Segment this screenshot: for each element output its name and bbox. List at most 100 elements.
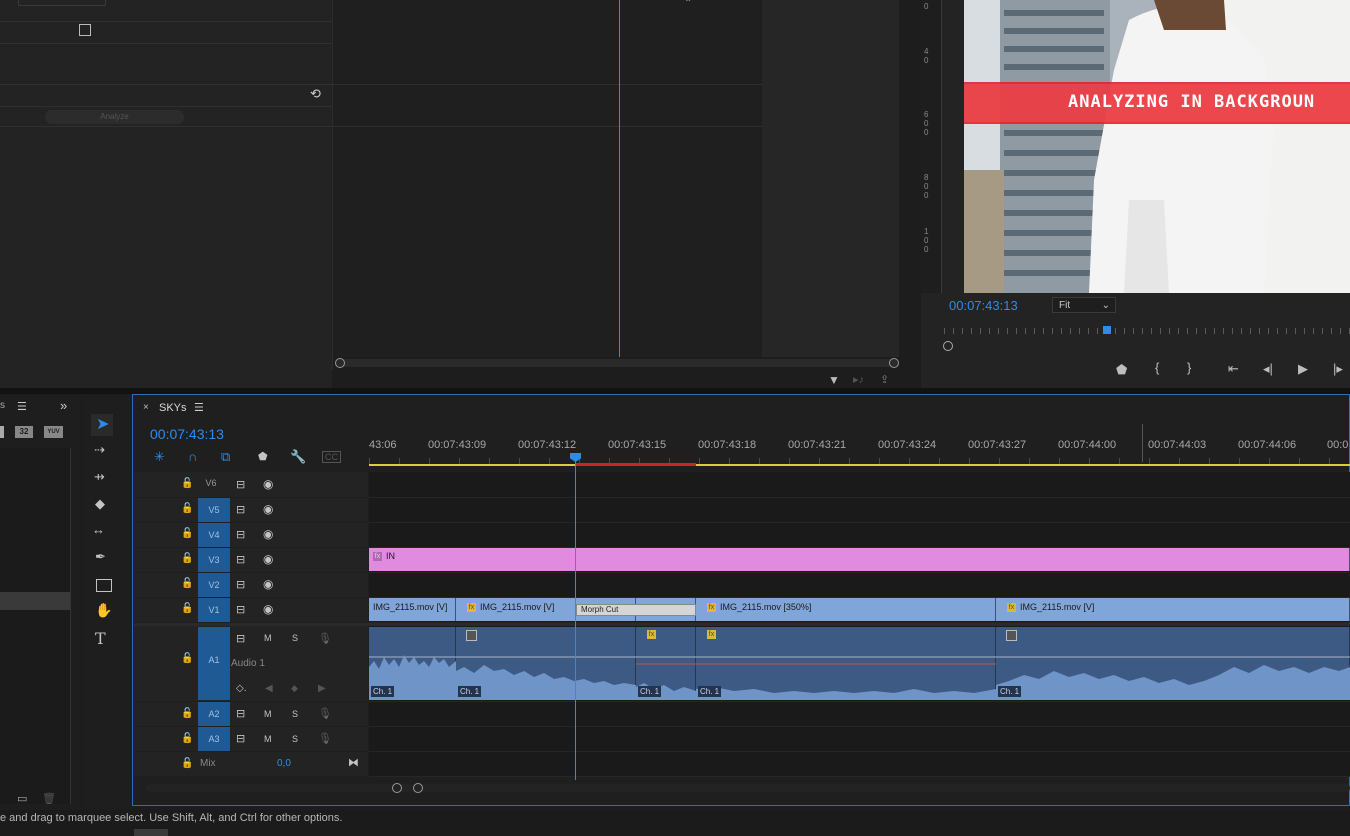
clip-v1-1[interactable]: IMG_2115.mov [V] <box>369 598 456 621</box>
lock-icon[interactable]: 🔓 <box>181 733 193 744</box>
sequence-tab[interactable]: SKYs <box>159 402 187 414</box>
mute-button[interactable]: M <box>264 633 272 643</box>
program-playhead[interactable] <box>1103 326 1111 334</box>
program-zoom-handle[interactable] <box>943 341 953 351</box>
nest-icon[interactable]: ✳ <box>154 449 165 465</box>
add-keyframe-icon[interactable]: ◆ <box>291 683 298 694</box>
slip-tool-icon[interactable]: ↔ <box>92 522 105 537</box>
type-tool-icon[interactable]: T <box>95 629 106 648</box>
lock-icon[interactable]: 🔓 <box>181 478 193 489</box>
clip-v3[interactable]: fx IN <box>369 548 1350 571</box>
play-audio-icon[interactable]: ▸♪ <box>853 373 864 386</box>
track-label-a3[interactable]: A3 <box>198 727 230 751</box>
yuv-icon[interactable]: YUV <box>44 426 63 438</box>
microphone-icon[interactable]: 🎙 <box>318 732 332 745</box>
add-marker-icon[interactable]: ⬟ <box>1116 362 1127 378</box>
microphone-icon[interactable]: 🎙 <box>318 707 332 720</box>
lock-icon[interactable]: 🔓 <box>181 553 193 564</box>
keyframe-icon[interactable]: ◇. <box>236 683 246 694</box>
selection-tool-icon[interactable]: ➤ <box>96 414 109 434</box>
solo-button[interactable]: S <box>292 633 298 643</box>
clip-v1-2[interactable]: fx IMG_2115.mov [V] <box>456 598 576 621</box>
track-select-tool-icon[interactable]: ⇢ <box>94 442 105 458</box>
next-keyframe-icon[interactable]: ▶ <box>318 683 326 694</box>
sync-lock-icon[interactable]: ⊟ <box>236 528 245 541</box>
lock-icon[interactable]: 🔓 <box>181 758 193 769</box>
track-label-a1[interactable]: A1 <box>198 627 230 700</box>
lock-icon[interactable]: 🔓 <box>181 503 193 514</box>
wrench-icon[interactable]: 🔧 <box>290 449 306 465</box>
lock-icon[interactable]: 🔓 <box>181 708 193 719</box>
sync-lock-icon[interactable]: ⊟ <box>236 578 245 591</box>
sync-lock-icon[interactable]: ⊟ <box>236 553 245 566</box>
new-bin-icon[interactable]: ▭ <box>17 792 27 805</box>
collapse-icon[interactable]: ⌃ <box>684 0 692 9</box>
list-view-icon[interactable] <box>0 426 4 438</box>
track-label-v6[interactable]: V6 <box>198 478 224 488</box>
hand-tool-icon[interactable]: ✋ <box>95 602 112 619</box>
lock-icon[interactable]: 🔓 <box>181 578 193 589</box>
solo-button[interactable]: S <box>292 709 298 719</box>
enable-checkbox[interactable] <box>79 24 91 36</box>
export-icon[interactable]: ⇪ <box>880 373 889 386</box>
project-tab-fragment[interactable]: s <box>0 400 5 411</box>
fx-off-icon[interactable] <box>466 630 477 641</box>
rectangle-tool-icon[interactable] <box>96 579 112 592</box>
eye-icon[interactable]: ◉ <box>263 577 273 591</box>
track-label-a2[interactable]: A2 <box>198 702 230 726</box>
timeline-timecode[interactable]: 00:07:43:13 <box>150 426 224 442</box>
eye-icon[interactable]: ◉ <box>263 602 273 616</box>
linked-selection-icon[interactable]: ⧉ <box>221 449 230 465</box>
program-scrubber[interactable] <box>944 326 1350 338</box>
mark-in-icon[interactable]: { <box>1155 360 1159 375</box>
eye-icon[interactable]: ◉ <box>263 527 273 541</box>
track-label-v5[interactable]: V5 <box>198 498 230 522</box>
time-ruler[interactable]: 43:06 00:07:43:09 00:07:43:12 00:07:43:1… <box>369 439 1350 453</box>
track-label-v3[interactable]: V3 <box>198 548 230 572</box>
go-to-in-icon[interactable]: ⇤ <box>1228 361 1239 377</box>
work-area-bar[interactable] <box>369 464 1350 466</box>
track-label-v1[interactable]: V1 <box>198 598 230 622</box>
clip-v1-5[interactable]: fx IMG_2115.mov [350%] <box>696 598 996 621</box>
lock-icon[interactable]: 🔓 <box>181 528 193 539</box>
ripple-edit-tool-icon[interactable]: ⇸ <box>94 469 105 485</box>
reset-icon[interactable]: ⟲ <box>310 86 321 102</box>
morph-cut-transition[interactable]: Morph Cut <box>576 604 696 616</box>
eye-icon[interactable]: ◉ <box>263 477 273 491</box>
prev-keyframe-icon[interactable]: ◀ <box>265 683 273 694</box>
mute-button[interactable]: M <box>264 709 272 719</box>
filter-icon[interactable]: ▼ <box>828 373 840 387</box>
captions-icon[interactable]: CC <box>322 451 341 463</box>
timeline-scrollbar[interactable] <box>146 783 1350 793</box>
sync-lock-icon[interactable]: ⊟ <box>236 478 245 491</box>
sync-lock-icon[interactable]: ⊟ <box>236 503 245 516</box>
eye-icon[interactable]: ◉ <box>263 552 273 566</box>
add-marker-timeline-icon[interactable]: ⬟ <box>258 450 268 463</box>
play-icon[interactable]: ▶ <box>1298 361 1308 377</box>
razor-tool-icon[interactable]: ◆ <box>95 496 105 512</box>
solo-button[interactable]: S <box>292 734 298 744</box>
mark-out-icon[interactable]: } <box>1187 360 1191 375</box>
effect-dropdown[interactable] <box>18 0 106 6</box>
sync-lock-icon[interactable]: ⊟ <box>236 732 245 745</box>
timeline-playhead[interactable] <box>575 458 576 780</box>
sequence-menu-icon[interactable]: ☰ <box>194 401 204 414</box>
sync-lock-icon[interactable]: ⊟ <box>236 603 245 616</box>
eye-icon[interactable]: ◉ <box>263 502 273 516</box>
track-label-v4[interactable]: V4 <box>198 523 230 547</box>
clip-v1-6[interactable]: fx IMG_2115.mov [V] <box>996 598 1350 621</box>
lock-icon[interactable]: 🔓 <box>181 603 193 614</box>
expand-panels-icon[interactable]: » <box>60 398 67 413</box>
pen-tool-icon[interactable]: ✒ <box>95 549 106 565</box>
mix-value[interactable]: 0,0 <box>277 758 291 769</box>
mute-button[interactable]: M <box>264 734 272 744</box>
fx-off-icon[interactable] <box>1006 630 1017 641</box>
sync-lock-icon[interactable]: ⊟ <box>236 707 245 720</box>
mix-solo-icon[interactable]: ⧓ <box>348 756 359 769</box>
fx-badge-icon[interactable]: fx <box>707 630 716 639</box>
list-item[interactable] <box>0 592 70 610</box>
microphone-icon[interactable]: 🎙 <box>318 632 332 645</box>
close-sequence-icon[interactable]: × <box>143 402 149 413</box>
fit-dropdown[interactable]: Fit ⌄ <box>1052 297 1116 313</box>
track-label-v2[interactable]: V2 <box>198 573 230 597</box>
